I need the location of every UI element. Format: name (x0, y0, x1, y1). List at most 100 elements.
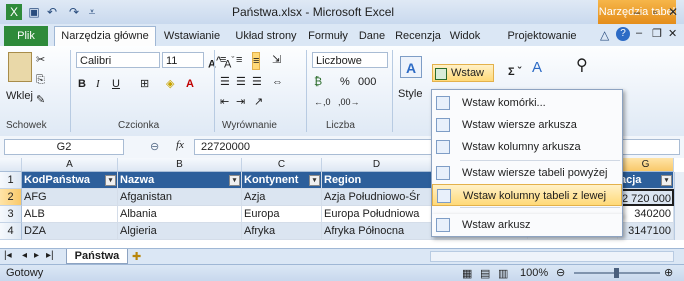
menu-item-insert-cells[interactable]: Wstaw komórki... (432, 92, 622, 114)
sheet-tab-active[interactable]: Państwa (66, 249, 128, 264)
menu-item-insert-sheet-columns[interactable]: Wstaw kolumny arkusza (432, 136, 622, 158)
decrease-decimal-icon[interactable]: ,00→ (338, 94, 360, 110)
font-color-icon[interactable]: A (186, 76, 194, 92)
align-middle-icon[interactable]: ≡ (236, 52, 242, 68)
italic-icon[interactable]: I (96, 76, 100, 92)
zoom-in-icon[interactable]: ⊕ (664, 266, 673, 279)
selected-cell[interactable]: 2 720 000 (618, 189, 674, 206)
menu-item-insert-sheet-rows[interactable]: Wstaw wiersze arkusza (432, 114, 622, 136)
table-cell[interactable]: Europa Południowa (322, 206, 432, 223)
table-cell[interactable]: Europa (242, 206, 322, 223)
zoom-out-icon[interactable]: ⊖ (556, 266, 565, 279)
align-center-icon[interactable]: ☰ (236, 74, 246, 90)
table-cell[interactable]: Azja Południowo-Śr (322, 189, 432, 206)
table-header-cell[interactable]: KodPaństwa ▾ (22, 172, 118, 189)
underline-icon[interactable]: U (112, 76, 120, 92)
tab-page-layout[interactable]: Układ strony (230, 27, 302, 45)
column-header-g[interactable]: G (618, 158, 674, 172)
tab-home[interactable]: Narzędzia główne (54, 26, 156, 48)
filter-dropdown-icon[interactable]: ▾ (661, 175, 672, 186)
table-cell[interactable]: DZA (22, 223, 118, 240)
table-cell[interactable]: Afryka (242, 223, 322, 240)
undo-icon[interactable]: ↶ (44, 4, 60, 20)
table-cell[interactable]: Afganistan (118, 189, 242, 206)
fx-label[interactable]: fx (176, 139, 184, 151)
doc-restore-icon[interactable]: ❐ (652, 27, 662, 40)
row-header-1[interactable]: 1 (0, 172, 22, 189)
sheet-nav-last-icon[interactable]: ▸| (46, 250, 54, 261)
filter-dropdown-icon[interactable]: ▾ (309, 175, 320, 186)
copy-icon[interactable]: ⎘ (36, 72, 45, 88)
zoom-slider-thumb[interactable] (614, 268, 619, 278)
number-format-dropdown[interactable]: Liczbowe (312, 52, 388, 68)
help-icon[interactable]: ? (616, 27, 630, 41)
sort-filter-icon[interactable]: A (532, 60, 542, 76)
page-break-view-icon[interactable]: ▥ (498, 267, 508, 280)
paste-label[interactable]: Wklej (6, 88, 33, 104)
ribbon-collapse-icon[interactable]: △ (600, 28, 609, 42)
align-bottom-icon[interactable]: ≡ (252, 52, 261, 70)
name-box[interactable]: G2 (4, 139, 124, 155)
cut-icon[interactable]: ✂ (36, 52, 45, 68)
thousands-button[interactable]: 000 (358, 74, 376, 90)
align-left-icon[interactable]: ☰ (220, 74, 230, 90)
table-header-cell[interactable]: Kontynent ▾ (242, 172, 322, 189)
table-cell[interactable]: Afryka Północna (322, 223, 432, 240)
tab-review[interactable]: Recenzja (392, 27, 444, 45)
tab-design[interactable]: Projektowanie (500, 27, 584, 45)
font-name-dropdown[interactable]: Calibri (76, 52, 160, 68)
menu-item-insert-table-rows-above[interactable]: Wstaw wiersze tabeli powyżej (432, 162, 622, 184)
tab-data[interactable]: Dane (354, 27, 390, 45)
filter-dropdown-icon[interactable]: ▾ (105, 175, 116, 186)
table-header-cell[interactable]: acja ▾ (618, 172, 674, 189)
merge-icon[interactable]: ⇔ (272, 74, 283, 90)
tab-file[interactable]: Plik (4, 26, 48, 46)
table-cell[interactable]: 3147100 (618, 223, 674, 240)
normal-view-icon[interactable]: ▦ (462, 267, 472, 280)
increase-indent-icon[interactable]: ⇥ (236, 94, 245, 110)
page-layout-view-icon[interactable]: ▤ (480, 267, 490, 280)
table-cell[interactable]: Albania (118, 206, 242, 223)
column-header-c[interactable]: C (242, 158, 322, 172)
column-header-a[interactable]: A (22, 158, 118, 172)
autosum-icon[interactable]: Σ ˇ (508, 64, 521, 80)
table-cell[interactable]: Algieria (118, 223, 242, 240)
doc-minimize-icon[interactable]: – (636, 27, 642, 39)
filter-dropdown-icon[interactable]: ▾ (229, 175, 240, 186)
minimize-icon[interactable]: – (628, 4, 646, 20)
row-header-2[interactable]: 2 (0, 189, 22, 206)
doc-close-icon[interactable]: ✕ (668, 27, 677, 40)
vertical-scrollbar[interactable] (674, 172, 684, 240)
qat-customize-icon[interactable]: ⩡ (84, 4, 100, 20)
styles-icon[interactable]: A (400, 56, 422, 78)
sheet-nav-prev-icon[interactable]: ◂ (22, 250, 27, 261)
table-cell[interactable]: AFG (22, 189, 118, 206)
column-header-b[interactable]: B (118, 158, 242, 172)
increase-decimal-icon[interactable]: ←,0 (314, 94, 331, 110)
menu-item-insert-table-columns-left[interactable]: Wstaw kolumny tabeli z lewej (432, 184, 622, 206)
column-header-d[interactable]: D (322, 158, 432, 172)
table-header-cell[interactable]: Region (322, 172, 432, 189)
fill-color-icon[interactable]: ◈ (166, 76, 174, 92)
sheet-nav-first-icon[interactable]: |◂ (4, 250, 12, 261)
table-cell[interactable]: Azja (242, 189, 322, 206)
select-all-corner[interactable] (0, 158, 22, 172)
align-right-icon[interactable]: ☰ (252, 74, 262, 90)
styles-label[interactable]: Style (398, 86, 422, 102)
save-icon[interactable]: ▣ (26, 4, 42, 20)
decrease-indent-icon[interactable]: ⇤ (220, 94, 229, 110)
currency-icon[interactable]: ₿ (314, 74, 322, 90)
border-icon[interactable]: ⊞ (140, 76, 149, 92)
redo-icon[interactable]: ↷ (66, 4, 82, 20)
maximize-icon[interactable]: ▫ (646, 4, 664, 20)
new-sheet-icon[interactable]: ✚ (132, 250, 141, 263)
find-select-icon[interactable]: ⚲ (576, 58, 588, 74)
row-header-3[interactable]: 3 (0, 206, 22, 223)
wrap-text-icon[interactable]: ⇲ (272, 52, 281, 68)
paste-icon[interactable] (8, 52, 32, 82)
zoom-level[interactable]: 100% (520, 267, 548, 279)
table-cell[interactable]: ALB (22, 206, 118, 223)
orientation-icon[interactable]: ↗ (254, 94, 263, 110)
format-painter-icon[interactable]: ✎ (36, 92, 45, 108)
sheet-nav-next-icon[interactable]: ▸ (34, 250, 39, 261)
